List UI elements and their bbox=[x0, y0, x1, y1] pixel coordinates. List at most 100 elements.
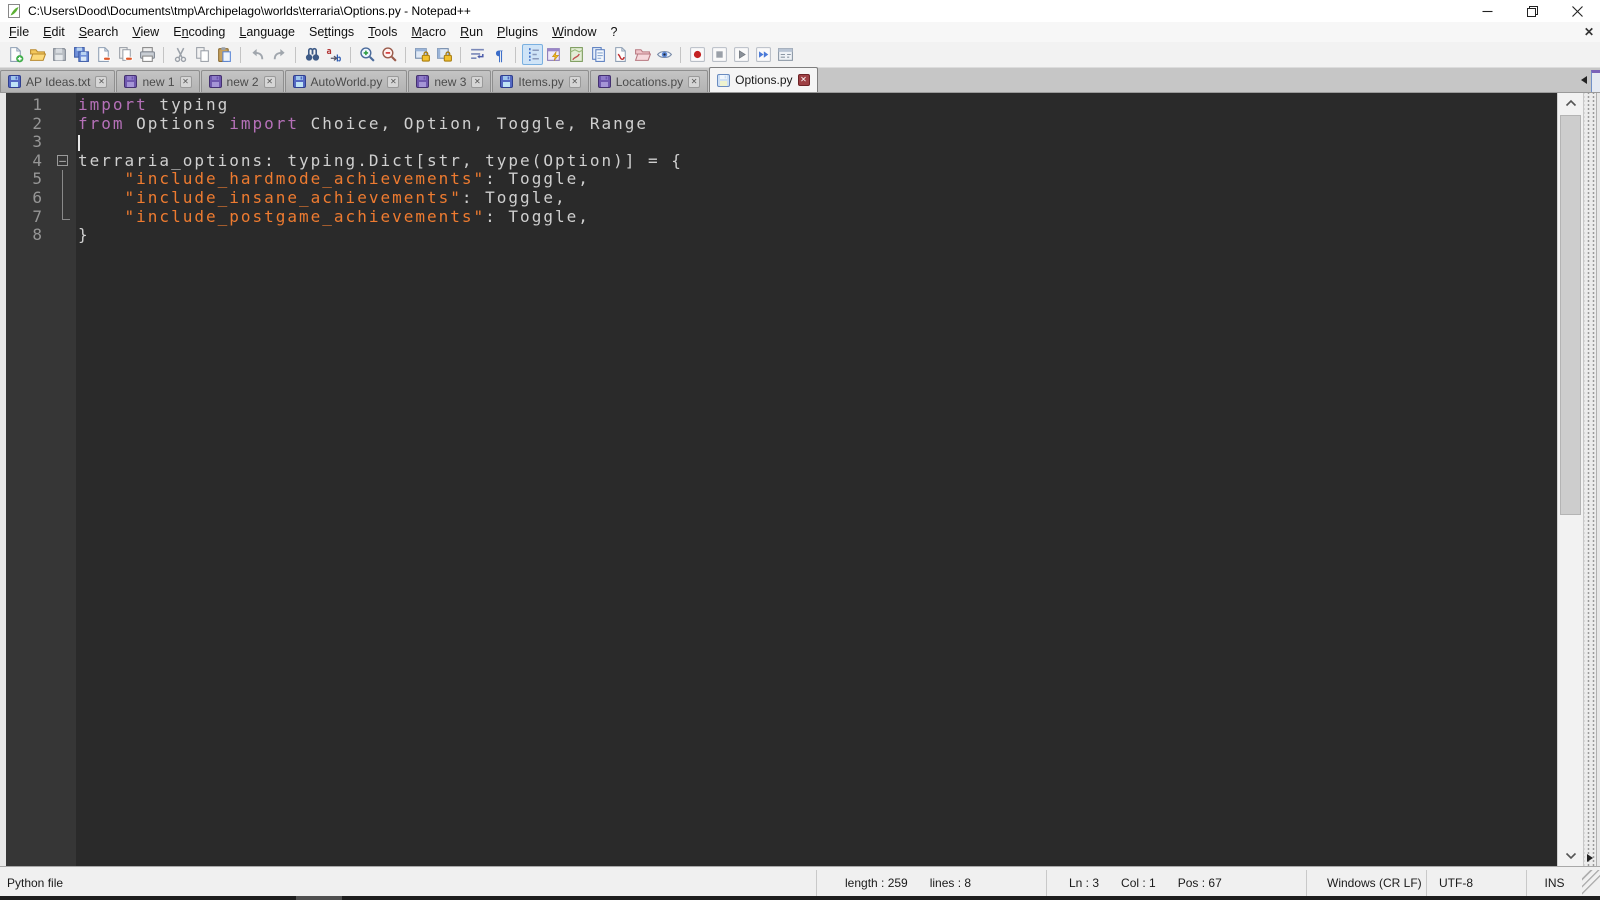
project-panel-icon[interactable] bbox=[632, 44, 653, 65]
save-all-icon[interactable] bbox=[71, 44, 92, 65]
print-icon[interactable] bbox=[137, 44, 158, 65]
copy-icon[interactable] bbox=[192, 44, 213, 65]
scrollbar-thumb[interactable] bbox=[1560, 115, 1581, 515]
bottom-edge-strip bbox=[0, 896, 1600, 900]
sync-scroll-horizontal-icon[interactable] bbox=[434, 44, 455, 65]
tab-autoworld-py[interactable]: AutoWorld.py ✕ bbox=[284, 70, 408, 92]
close-all-icon[interactable] bbox=[115, 44, 136, 65]
line-number: 2 bbox=[32, 113, 44, 133]
tab-label: AutoWorld.py bbox=[310, 74, 383, 89]
scroll-down-icon[interactable] bbox=[1558, 846, 1583, 866]
save-recorded-macro-icon[interactable] bbox=[775, 44, 796, 65]
word-wrap-icon[interactable] bbox=[467, 44, 488, 65]
fold-margin[interactable]: – bbox=[50, 152, 76, 171]
tab-options-py[interactable]: Options.py ✕ bbox=[709, 67, 818, 92]
document-map-icon[interactable] bbox=[566, 44, 587, 65]
status-file-type-value: Python file bbox=[7, 876, 64, 890]
close-document-x-icon[interactable]: ✕ bbox=[1584, 25, 1594, 39]
tab-close-icon[interactable]: ✕ bbox=[387, 75, 400, 88]
redo-icon[interactable] bbox=[269, 44, 290, 65]
tab-close-icon[interactable]: ✕ bbox=[688, 75, 701, 88]
menu-item-file[interactable]: File bbox=[2, 23, 36, 41]
close-button[interactable] bbox=[1555, 0, 1600, 22]
text-editor[interactable]: 1 import typing 2 from Options import Choic… bbox=[6, 93, 1557, 866]
token-kw: from bbox=[78, 113, 125, 133]
tab-close-icon[interactable]: ✕ bbox=[95, 75, 108, 88]
tab-close-icon[interactable]: ✕ bbox=[797, 74, 810, 86]
menu-item-search[interactable]: Search bbox=[72, 23, 126, 41]
resize-grip[interactable] bbox=[1582, 870, 1600, 896]
zoom-in-icon[interactable] bbox=[357, 44, 378, 65]
run-macro-multiple-icon[interactable] bbox=[753, 44, 774, 65]
function-list-icon[interactable] bbox=[544, 44, 565, 65]
undo-icon[interactable] bbox=[247, 44, 268, 65]
save-icon[interactable] bbox=[49, 44, 70, 65]
open-file-icon[interactable] bbox=[27, 44, 48, 65]
menu-item-macro[interactable]: Macro bbox=[404, 23, 453, 41]
menu-item-plugins[interactable]: Plugins bbox=[490, 23, 545, 41]
show-all-characters-icon[interactable]: ¶ bbox=[489, 44, 510, 65]
code-text: from Options import Choice, Option, Togg… bbox=[76, 113, 648, 134]
find-icon[interactable] bbox=[302, 44, 323, 65]
docked-panel-tab-fragment bbox=[1591, 70, 1600, 92]
zoom-out-icon[interactable] bbox=[379, 44, 400, 65]
restore-button[interactable] bbox=[1510, 0, 1555, 22]
menu-item-encoding[interactable]: Encoding bbox=[166, 23, 232, 41]
menu-item-window[interactable]: Window bbox=[545, 23, 603, 41]
splitter-arrow-icon[interactable] bbox=[1587, 854, 1593, 862]
tab-close-icon[interactable]: ✕ bbox=[263, 75, 276, 88]
token-txt: : Toggle, bbox=[485, 169, 590, 189]
tab-close-icon[interactable]: ✕ bbox=[568, 75, 581, 88]
user-defined-language-icon[interactable] bbox=[610, 44, 631, 65]
view-monitoring-icon[interactable] bbox=[654, 44, 675, 65]
cut-icon[interactable] bbox=[170, 44, 191, 65]
tab-new-1[interactable]: new 1 ✕ bbox=[116, 70, 200, 92]
tab-close-icon[interactable]: ✕ bbox=[471, 75, 484, 88]
tab-ap-ideas-txt[interactable]: AP Ideas.txt ✕ bbox=[0, 70, 116, 92]
tab-label: new 3 bbox=[434, 74, 467, 89]
menu-item-tools[interactable]: Tools bbox=[361, 23, 404, 41]
docked-panel-edge bbox=[1596, 93, 1600, 866]
fold-collapse-icon[interactable]: – bbox=[57, 154, 68, 166]
stop-macro-icon[interactable] bbox=[709, 44, 730, 65]
token-txt: terraria_options: typing.Dict[str, type(… bbox=[78, 150, 683, 170]
toolbar-separator bbox=[515, 46, 516, 63]
menu-item-view[interactable]: View bbox=[125, 23, 166, 41]
title-bar: C:\Users\Dood\Documents\tmp\Archipelago\… bbox=[0, 0, 1600, 22]
close-icon[interactable] bbox=[93, 44, 114, 65]
token-kw: import bbox=[78, 95, 148, 114]
line-number: 4 bbox=[32, 150, 44, 170]
tab-new-3[interactable]: new 3 ✕ bbox=[408, 70, 492, 92]
tab-new-2[interactable]: new 2 ✕ bbox=[200, 70, 284, 92]
menu-item-language[interactable]: Language bbox=[232, 23, 302, 41]
text-caret bbox=[78, 134, 80, 151]
fold-margin bbox=[50, 133, 76, 152]
paste-icon[interactable] bbox=[214, 44, 235, 65]
tab-locations-py[interactable]: Locations.py ✕ bbox=[589, 70, 709, 92]
show-indent-guide-icon[interactable] bbox=[521, 44, 543, 65]
menu-item-edit[interactable]: Edit bbox=[36, 23, 72, 41]
new-file-icon[interactable] bbox=[5, 44, 26, 65]
vertical-scrollbar[interactable] bbox=[1557, 93, 1583, 866]
tab-label: Items.py bbox=[518, 74, 564, 89]
play-macro-icon[interactable] bbox=[731, 44, 752, 65]
sync-scroll-vertical-icon[interactable] bbox=[412, 44, 433, 65]
menu-item-help[interactable]: ? bbox=[604, 23, 625, 41]
tab-scroll-left-icon[interactable] bbox=[1581, 76, 1587, 84]
minimize-button[interactable] bbox=[1465, 0, 1510, 22]
status-cursor-position-value: Ln : 3 bbox=[1069, 876, 1100, 890]
tab-items-py[interactable]: Items.py ✕ bbox=[492, 70, 589, 92]
scrollbar-track[interactable] bbox=[1558, 113, 1583, 846]
line-number: 8 bbox=[32, 225, 44, 245]
menu-item-run[interactable]: Run bbox=[453, 23, 490, 41]
menu-item-settings[interactable]: Settings bbox=[302, 23, 361, 41]
document-list-icon[interactable] bbox=[588, 44, 609, 65]
svg-text:¶: ¶ bbox=[495, 48, 503, 63]
record-macro-icon[interactable] bbox=[687, 44, 708, 65]
panel-splitter[interactable] bbox=[1583, 93, 1596, 866]
replace-icon[interactable]: ab bbox=[324, 44, 345, 65]
toolbar-separator bbox=[405, 46, 406, 63]
tab-close-icon[interactable]: ✕ bbox=[179, 75, 192, 88]
scroll-up-icon[interactable] bbox=[1558, 93, 1583, 113]
code-text: terraria_options: typing.Dict[str, type(… bbox=[76, 150, 683, 171]
